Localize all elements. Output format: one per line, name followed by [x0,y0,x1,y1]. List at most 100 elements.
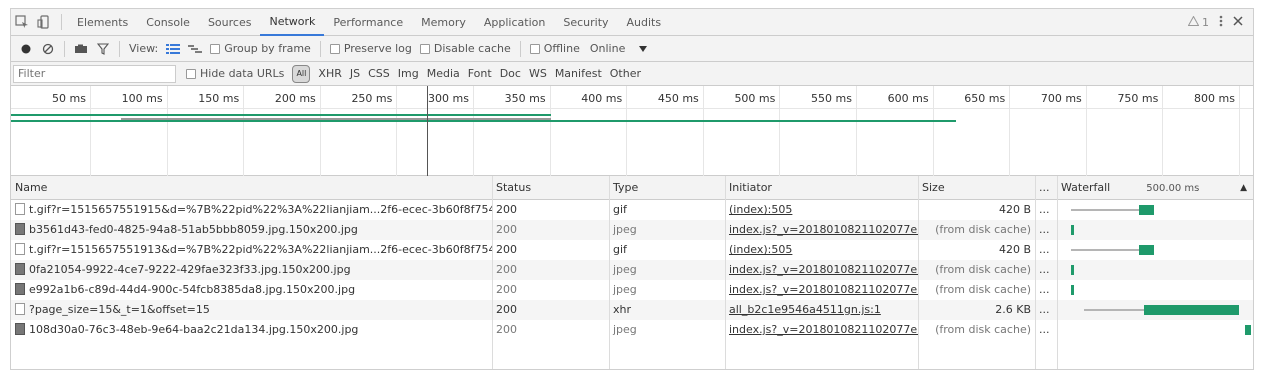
column-separator[interactable] [609,176,610,369]
column-header-type[interactable]: Type [609,176,725,200]
column-separator[interactable] [1035,176,1036,369]
more-options-icon[interactable] [1219,15,1223,30]
column-header-size[interactable]: Size [918,176,1035,200]
cell-name[interactable]: 0fa21054-9922-4ce7-9222-429fae323f33.jpg… [11,260,492,280]
tab-application[interactable]: Application [475,9,554,36]
overview-gridline [1009,86,1011,176]
device-toolbar-icon[interactable] [33,11,55,33]
cell-initiator[interactable]: index.js?_v=20180108211020​77e:1 [725,280,918,300]
divider [61,14,62,30]
disable-cache-checkbox[interactable]: Disable cache [419,42,511,55]
cell-name[interactable]: b3561d43-fed0-4825-94a8-51ab5bbb8059.jpg… [11,220,492,240]
filter-type-css[interactable]: CSS [368,67,390,80]
document-file-icon [15,303,25,315]
overview-tick-label: 800 ms [1194,92,1235,105]
tab-console[interactable]: Console [137,9,199,36]
overview-gridline [473,86,474,176]
overview-icon[interactable] [184,38,206,60]
clear-icon[interactable] [37,38,59,60]
warning-counter[interactable]: 1 [1187,14,1209,29]
screenshot-capture-icon[interactable] [70,38,92,60]
devtools-window: Elements Console Sources Network Performance… [10,8,1254,370]
cell-initiator[interactable]: (index):505 [725,200,918,220]
tab-elements[interactable]: Elements [68,9,137,36]
cell-initiator[interactable]: all_b2c1e9546a4511gn.js:1 [725,300,918,320]
group-by-frame-checkbox[interactable]: Group by frame [210,42,311,55]
table-row[interactable]: 108d30a0-76c3-48eb-9e64-baa2c21da134.jpg… [11,320,1253,340]
column-separator[interactable] [492,176,493,369]
table-row[interactable]: e992a1b6-c89d-44d4-900c-54fcb8385da8.jpg… [11,280,1253,300]
cell-initiator[interactable]: index.js?_v=20180108211020​77e:1 [725,320,918,340]
preserve-log-checkbox[interactable]: Preserve log [329,42,412,55]
filter-type-media[interactable]: Media [427,67,460,80]
cell-status: 200 [492,280,609,300]
filter-type-img[interactable]: Img [398,67,419,80]
column-header-initiator[interactable]: Initiator [725,176,918,200]
cell-more: ... [1035,280,1057,300]
table-row[interactable]: t.gif?r=1515657551913&d=%7B%22pid%22%3A%… [11,240,1253,260]
column-separator[interactable] [725,176,726,369]
tab-performance[interactable]: Performance [324,9,412,36]
column-separator[interactable] [918,176,919,369]
filter-type-ws[interactable]: WS [529,67,547,80]
cell-initiator[interactable]: index.js?_v=20180108211020​77e:1 [725,220,918,240]
close-icon[interactable] [1233,15,1243,29]
inspect-element-icon[interactable] [11,11,33,33]
tab-security[interactable]: Security [554,9,617,36]
column-header-status[interactable]: Status [492,176,609,200]
tab-memory[interactable]: Memory [412,9,475,36]
waterfall-bar[interactable] [1070,265,1074,275]
tab-network[interactable]: Network [260,9,325,36]
type-text: gif [613,203,627,216]
waterfall-waiting-bar [1070,209,1139,211]
column-header-more[interactable]: ... [1035,176,1057,200]
waterfall-bar[interactable] [1138,205,1155,215]
hide-data-urls-checkbox[interactable]: Hide data URLs [186,67,284,80]
table-row[interactable]: t.gif?r=1515657551915&d=%7B%22pid%22%3A%… [11,200,1253,220]
all-types-filter-button[interactable]: All [292,64,311,83]
offline-checkbox[interactable]: Offline [529,42,580,55]
cell-size: (from disk cache) [918,260,1035,280]
waterfall-bar[interactable] [1138,245,1155,255]
cell-name[interactable]: e992a1b6-c89d-44d4-900c-54fcb8385da8.jpg… [11,280,492,300]
cell-initiator[interactable]: (index):505 [725,240,918,260]
waterfall-bar[interactable] [1070,285,1074,295]
tab-sources[interactable]: Sources [199,9,261,36]
cell-status: 200 [492,240,609,260]
cell-name[interactable]: t.gif?r=1515657551915&d=%7B%22pid%22%3A%… [11,200,492,220]
table-row[interactable]: 0fa21054-9922-4ce7-9222-429fae323f33.jpg… [11,260,1253,280]
column-header-waterfall[interactable]: Waterfall 500.00 ms ▲ [1057,176,1253,200]
filter-type-xhr[interactable]: XHR [318,67,341,80]
filter-type-other[interactable]: Other [610,67,641,80]
filter-icon[interactable] [92,38,114,60]
tab-audits[interactable]: Audits [618,9,671,36]
filter-type-js[interactable]: JS [350,67,360,80]
cell-name[interactable]: 108d30a0-76c3-48eb-9e64-baa2c21da134.jpg… [11,320,492,340]
overview-tick-label: 50 ms [52,92,86,105]
record-icon[interactable] [15,38,37,60]
checkbox-box [329,43,340,54]
filter-type-font[interactable]: Font [468,67,492,80]
table-row[interactable]: b3561d43-fed0-4825-94a8-51ab5bbb8059.jpg… [11,220,1253,240]
divider [119,40,120,57]
image-file-icon [15,283,25,295]
cell-name[interactable]: t.gif?r=1515657551913&d=%7B%22pid%22%3A%… [11,240,492,260]
filter-type-manifest[interactable]: Manifest [555,67,602,80]
waterfall-bar[interactable] [1245,325,1251,335]
filter-input[interactable] [13,64,176,83]
column-header-name[interactable]: Name [11,176,492,200]
filter-type-doc[interactable]: Doc [500,67,521,80]
overview-gridline [779,86,781,176]
waterfall-bar[interactable] [1143,305,1239,315]
column-separator[interactable] [1057,176,1058,369]
timeline-cursor[interactable] [427,86,428,176]
large-rows-icon[interactable] [162,38,184,60]
overview-tick-label: 200 ms [274,92,316,105]
table-row[interactable]: ?page_size=15&_t=1&offset=15 200 xhr all_b2… [11,300,1253,320]
throttling-select[interactable]: Online [590,42,648,55]
overview-header-line [11,108,1253,109]
timeline-overview[interactable]: 50 ms 100 ms 150 ms 200 ms 250 ms 300 ms 350 m… [11,86,1253,176]
cell-name[interactable]: ?page_size=15&_t=1&offset=15 [11,300,492,320]
cell-initiator[interactable]: index.js?_v=20180108211020​77e:1 [725,260,918,280]
waterfall-bar[interactable] [1070,225,1074,235]
